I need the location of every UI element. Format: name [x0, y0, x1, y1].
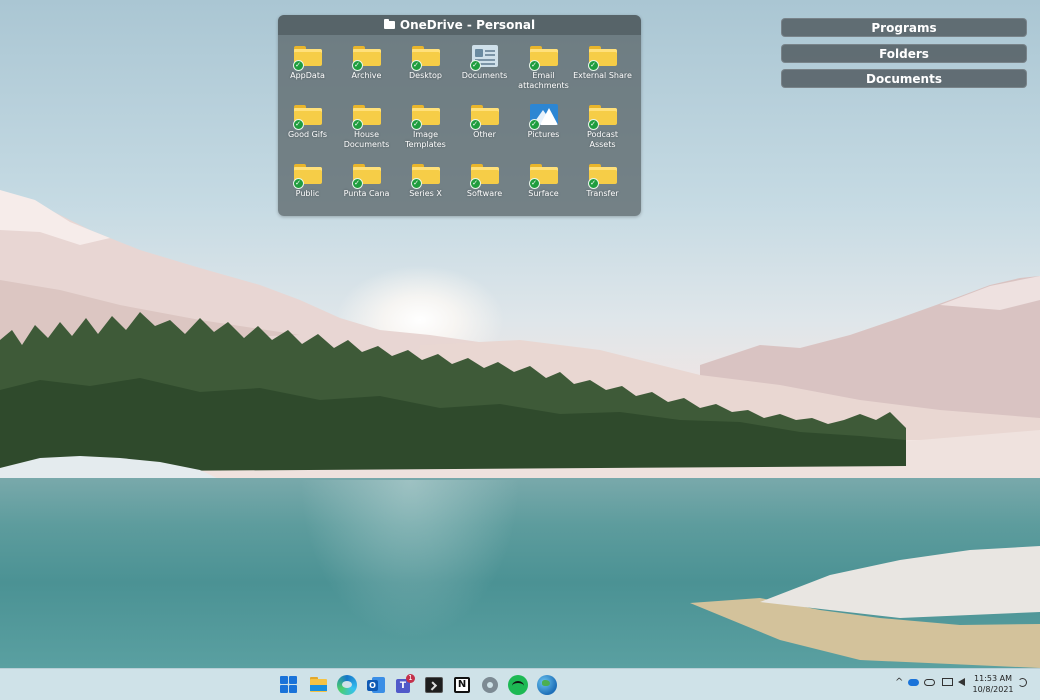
folder-item-transfer[interactable]: ✓ Transfer [573, 160, 632, 199]
item-label: Public [295, 189, 320, 198]
sync-check-icon: ✓ [587, 178, 599, 189]
cloud-icon[interactable] [924, 679, 935, 686]
item-label: External Share [573, 71, 632, 80]
item-label: Other [473, 130, 496, 139]
folder-item-house-documents[interactable]: ✓ House Documents [337, 101, 396, 150]
folder-item-surface[interactable]: ✓ Surface [514, 160, 573, 199]
item-label: Transfer [586, 189, 619, 198]
clock-date: 10/8/2021 [972, 685, 1014, 694]
documents-button[interactable]: Documents [781, 69, 1027, 88]
sync-check-icon: ✓ [292, 60, 304, 71]
terminal-icon[interactable] [424, 675, 444, 695]
file-explorer-icon[interactable] [308, 675, 328, 695]
sync-check-icon: ✓ [469, 178, 481, 189]
speaker-icon[interactable] [958, 678, 965, 686]
notification-moon-icon[interactable] [1018, 678, 1027, 687]
folder-item-documents[interactable]: ✓ Documents [455, 42, 514, 81]
sync-check-icon: ✓ [587, 119, 599, 130]
sync-check-icon: ✓ [351, 178, 363, 189]
item-label: House Documents [343, 130, 390, 149]
item-label: Email attachments [518, 71, 569, 90]
notion-icon[interactable]: N [452, 675, 472, 695]
fence-title-bar[interactable]: OneDrive - Personal [278, 15, 641, 35]
fence-title: OneDrive - Personal [399, 18, 536, 32]
sync-check-icon: ✓ [292, 178, 304, 189]
globe-icon[interactable] [537, 675, 557, 695]
sync-check-icon: ✓ [528, 119, 540, 130]
folder-item-other[interactable]: ✓ Other [455, 101, 514, 140]
folder-item-podcast-assets[interactable]: ✓ Podcast Assets [573, 101, 632, 150]
folder-item-appdata[interactable]: ✓ AppData [278, 42, 337, 81]
folder-item-punta-cana[interactable]: ✓ Punta Cana [337, 160, 396, 199]
sync-check-icon: ✓ [292, 119, 304, 130]
sync-check-icon: ✓ [528, 178, 540, 189]
folders-button[interactable]: Folders [781, 44, 1027, 63]
clock-time: 11:53 AM [974, 674, 1012, 683]
taskbar: O T1 N ^ 11:53 AM 10/8/2021 [0, 668, 1040, 700]
folder-item-external-share[interactable]: ✓ External Share [573, 42, 632, 81]
folder-item-software[interactable]: ✓ Software [455, 160, 514, 199]
sync-check-icon: ✓ [587, 60, 599, 71]
sync-check-icon: ✓ [528, 60, 540, 71]
folder-item-image-templates[interactable]: ✓ Image Templates [396, 101, 455, 150]
start-button[interactable] [279, 675, 299, 695]
sync-check-icon: ✓ [469, 60, 481, 71]
item-label: Image Templates [405, 130, 446, 149]
settings-icon[interactable] [480, 675, 500, 695]
folder-item-desktop[interactable]: ✓ Desktop [396, 42, 455, 81]
spotify-icon[interactable] [508, 675, 528, 695]
onedrive-cloud-icon[interactable] [908, 679, 919, 686]
onedrive-fence: OneDrive - Personal ✓ AppData ✓ Archive … [278, 15, 641, 216]
item-label: AppData [290, 71, 325, 80]
notification-badge: 1 [406, 674, 415, 683]
item-label: Punta Cana [343, 189, 390, 198]
folder-item-pictures[interactable]: ✓ Pictures [514, 101, 573, 140]
sync-check-icon: ✓ [351, 60, 363, 71]
programs-button[interactable]: Programs [781, 18, 1027, 37]
item-label: Software [466, 189, 503, 198]
item-label: Documents [461, 71, 508, 80]
item-label: Archive [351, 71, 382, 80]
item-label: Surface [528, 189, 559, 198]
folder-icon [383, 19, 395, 29]
monitor-icon[interactable] [942, 678, 953, 686]
item-label: Pictures [527, 130, 560, 139]
teams-icon[interactable]: T1 [395, 674, 415, 695]
sync-check-icon: ✓ [410, 119, 422, 130]
taskbar-clock[interactable]: 11:53 AM 10/8/2021 [970, 673, 1016, 695]
folder-item-email-attachments[interactable]: ✓ Email attachments [514, 42, 573, 91]
sync-check-icon: ✓ [410, 60, 422, 71]
tray-chevron-icon[interactable]: ^ [895, 677, 903, 688]
item-label: Good Gifs [287, 130, 327, 139]
folder-item-public[interactable]: ✓ Public [278, 160, 337, 199]
item-label: Podcast Assets [586, 130, 619, 149]
edge-icon[interactable] [337, 675, 357, 695]
item-label: Series X [409, 189, 442, 198]
item-label: Desktop [409, 71, 442, 80]
sync-check-icon: ✓ [351, 119, 363, 130]
folder-item-archive[interactable]: ✓ Archive [337, 42, 396, 81]
sync-check-icon: ✓ [410, 178, 422, 189]
sync-check-icon: ✓ [469, 119, 481, 130]
folder-item-series-x[interactable]: ✓ Series X [396, 160, 455, 199]
outlook-icon[interactable]: O [366, 675, 386, 695]
folder-item-good-gifs[interactable]: ✓ Good Gifs [278, 101, 337, 140]
